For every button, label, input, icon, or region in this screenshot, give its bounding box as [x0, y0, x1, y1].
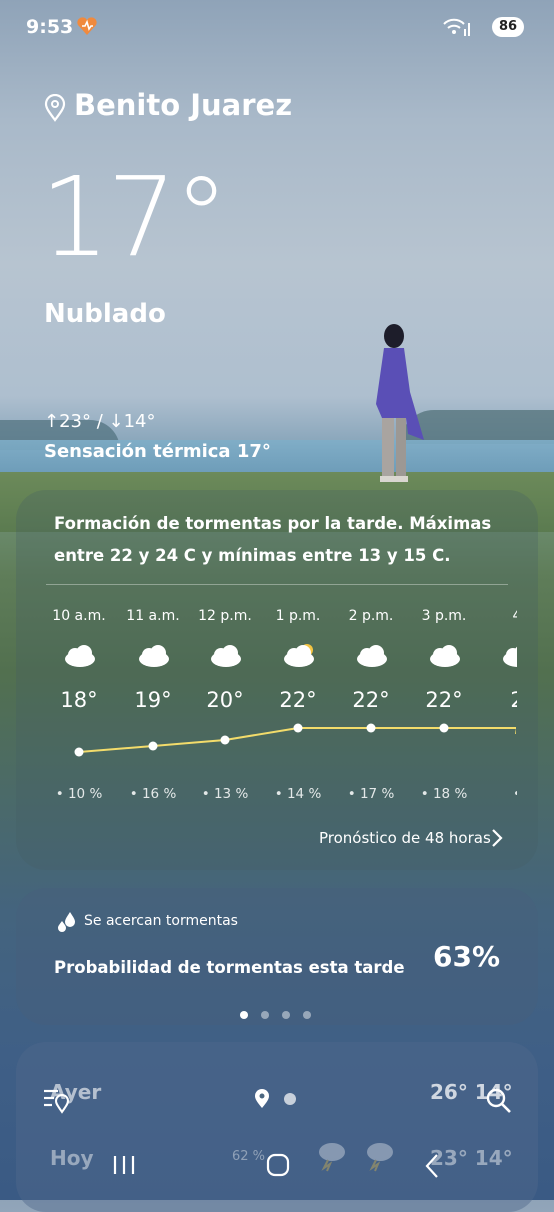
storm-probability: 63%: [433, 940, 501, 973]
cloud-icon: [59, 642, 99, 670]
page-dot[interactable]: [282, 1011, 290, 1019]
location-pager[interactable]: [254, 1088, 309, 1109]
hour-precipitation: • 18 %: [420, 786, 468, 802]
wifi-signal-icon: [443, 18, 470, 36]
hour-temperature: 18°: [60, 688, 98, 712]
chevron-right-icon[interactable]: [490, 826, 504, 850]
cloud-icon: [205, 642, 245, 670]
search-icon[interactable]: [486, 1088, 512, 1114]
hour-temperature: 22°: [425, 688, 463, 712]
back-button[interactable]: [424, 1153, 440, 1179]
hour-precipitation: • 10 %: [55, 786, 103, 802]
hour-precipitation: • 13 %: [201, 786, 249, 802]
locations-list-icon[interactable]: [42, 1086, 72, 1114]
hour-precipitation: • 17 %: [347, 786, 395, 802]
high-low-temperature: ↑23° / ↓14°: [44, 411, 156, 432]
daily-today-temps: 23° 14°: [430, 1146, 513, 1170]
status-time: 9:53: [26, 16, 74, 38]
cloud-icon: [424, 642, 464, 670]
page-dot[interactable]: [261, 1011, 269, 1019]
card-page-indicator[interactable]: [240, 1004, 324, 1023]
cloud-icon: [133, 642, 173, 670]
hour-time: 12 p.m.: [198, 608, 252, 624]
person-illustration: [376, 324, 424, 482]
divider: [46, 584, 508, 585]
daily-today-label: Hoy: [50, 1146, 94, 1170]
hour-precipitation: • 16 %: [129, 786, 177, 802]
current-temperature: 17°: [40, 153, 229, 281]
hour-precipitation: • 14 %: [274, 786, 322, 802]
recent-apps-button[interactable]: [112, 1154, 136, 1176]
daily-forecast-card[interactable]: [16, 1042, 538, 1212]
heart-icon: [77, 17, 97, 35]
trend-point: [220, 735, 230, 745]
battery-indicator: 86: [492, 17, 524, 37]
page-dot[interactable]: [303, 1011, 311, 1019]
trend-point: [366, 723, 376, 733]
hour-temperature: 22°: [352, 688, 390, 712]
hour-time: 1 p.m.: [275, 608, 321, 624]
location-name[interactable]: Benito Juarez: [74, 88, 292, 122]
temperature-trend-chart: [74, 723, 516, 757]
partly-sunny-icon: [278, 642, 318, 670]
hour-temperature: 22°: [279, 688, 317, 712]
current-location-dot-icon[interactable]: [254, 1088, 270, 1109]
trend-point: [148, 741, 158, 751]
thunderstorm-icon: [319, 1143, 345, 1172]
storm-alert-title: Se acercan tormentas: [84, 913, 238, 929]
daily-today-precip: 62 %: [232, 1149, 266, 1164]
forecast-summary: Formación de tormentas por la tarde. Máx…: [54, 514, 492, 565]
feels-like-temperature: Sensación térmica 17°: [44, 441, 271, 462]
hour-time: 3 p.m.: [421, 608, 467, 624]
trend-point: [74, 747, 84, 757]
raindrops-icon: [58, 912, 75, 932]
cloud-icon: [351, 642, 391, 670]
thunderstorm-icon: [367, 1143, 393, 1172]
location-pin-icon: [44, 94, 66, 122]
trend-point: [439, 723, 449, 733]
storm-alert-description: Probabilidad de tormentas esta tarde: [54, 958, 405, 977]
location-page-dot[interactable]: [284, 1092, 296, 1105]
page-dot-active[interactable]: [240, 1011, 248, 1019]
hour-time: 2 p.m.: [348, 608, 394, 624]
hour-time: 11 a.m.: [126, 608, 180, 624]
hour-temperature: 19°: [134, 688, 172, 712]
forecast-48h-link[interactable]: Pronóstico de 48 horas: [319, 829, 491, 847]
hour-time: 10 a.m.: [52, 608, 106, 624]
weather-condition: Nublado: [44, 299, 166, 329]
trend-point: [293, 723, 303, 733]
hour-temperature: 20°: [206, 688, 244, 712]
home-button[interactable]: [266, 1153, 290, 1177]
